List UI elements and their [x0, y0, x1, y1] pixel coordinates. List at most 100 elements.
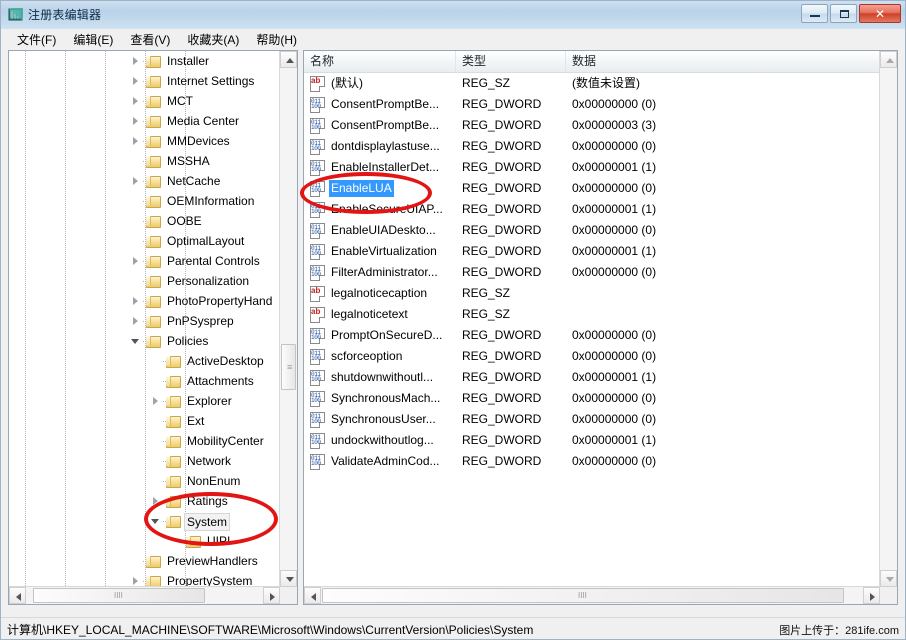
values-vertical-scrollbar[interactable]	[879, 51, 897, 587]
registry-tree[interactable]: Installer Internet Settings MCTMedia Cente…	[9, 51, 281, 589]
expand-arrow-icon[interactable]	[131, 251, 141, 271]
table-row[interactable]: 011100SynchronousMach...REG_DWORD0x00000…	[304, 388, 880, 409]
collapse-arrow-icon[interactable]	[131, 331, 141, 351]
tree-item-internet-settings[interactable]: Internet Settings	[9, 71, 281, 91]
tree-item-explorer[interactable]: Explorer	[9, 391, 281, 411]
tree-item-label: OEMInformation	[164, 193, 257, 209]
tree-item-previewhandlers[interactable]: PreviewHandlers	[9, 551, 281, 571]
table-row[interactable]: 011100EnableInstallerDet...REG_DWORD0x00…	[304, 157, 880, 178]
table-row[interactable]: 011100EnableLUAREG_DWORD0x00000000 (0)	[304, 178, 880, 199]
table-row[interactable]: 011100ValidateAdminCod...REG_DWORD0x0000…	[304, 451, 880, 472]
tree-item-netcache[interactable]: NetCache	[9, 171, 281, 191]
values-scroll-left-button[interactable]	[304, 587, 321, 604]
values-scroll-up-button[interactable]	[880, 51, 897, 68]
value-name: EnableInstallerDet...	[329, 159, 441, 176]
menu-file[interactable]: 文件(F)	[9, 29, 65, 50]
tree-item-oeminformation[interactable]: OEMInformation	[9, 191, 281, 211]
tree-hscroll-thumb[interactable]: IIII	[33, 588, 205, 603]
table-row[interactable]: 011100undockwithoutlog...REG_DWORD0x0000…	[304, 430, 880, 451]
expand-arrow-icon[interactable]	[131, 51, 141, 71]
tree-item-activedesktop[interactable]: ActiveDesktop	[9, 351, 281, 371]
collapse-arrow-icon[interactable]	[151, 511, 161, 531]
table-row[interactable]: 011100FilterAdministrator...REG_DWORD0x0…	[304, 262, 880, 283]
tree-item-installer[interactable]: Installer	[9, 51, 281, 71]
tree-item-personalization[interactable]: Personalization	[9, 271, 281, 291]
folder-icon	[145, 194, 161, 208]
column-header-data[interactable]: 数据	[566, 51, 897, 72]
table-row[interactable]: 011100ConsentPromptBe...REG_DWORD0x00000…	[304, 115, 880, 136]
folder-icon	[165, 454, 181, 468]
value-type: REG_DWORD	[462, 117, 541, 134]
maximize-button[interactable]	[830, 4, 857, 23]
value-type: REG_DWORD	[462, 138, 541, 155]
values-list[interactable]: ab(默认)REG_SZ(数值未设置)011100ConsentPromptBe…	[304, 73, 880, 589]
tree-item-network[interactable]: Network	[9, 451, 281, 471]
tree-horizontal-scrollbar[interactable]: IIII	[9, 586, 280, 604]
tree-item-optimallayout[interactable]: OptimalLayout	[9, 231, 281, 251]
folder-icon	[145, 294, 161, 308]
table-row[interactable]: 011100EnableUIADeskto...REG_DWORD0x00000…	[304, 220, 880, 241]
tree-scroll-right-button[interactable]	[263, 587, 280, 604]
table-row[interactable]: 011100dontdisplaylastuse...REG_DWORD0x00…	[304, 136, 880, 157]
expand-arrow-icon[interactable]	[151, 491, 161, 511]
tree-item-attachments[interactable]: Attachments	[9, 371, 281, 391]
expand-arrow-icon[interactable]	[131, 291, 141, 311]
values-hscroll-thumb[interactable]: IIII	[322, 588, 844, 603]
expand-arrow-icon[interactable]	[151, 391, 161, 411]
tree-item-parental-controls[interactable]: Parental Controls	[9, 251, 281, 271]
table-row[interactable]: ablegalnoticecaptionREG_SZ	[304, 283, 880, 304]
tree-scroll-up-button[interactable]	[280, 51, 297, 68]
table-row[interactable]: ab(默认)REG_SZ(数值未设置)	[304, 73, 880, 94]
tree-item-media-center[interactable]: Media Center	[9, 111, 281, 131]
values-header-row: 名称 类型 数据	[304, 51, 897, 73]
column-header-name[interactable]: 名称	[304, 51, 456, 72]
value-type: REG_DWORD	[462, 159, 541, 176]
expand-arrow-icon[interactable]	[131, 71, 141, 91]
value-name: legalnoticecaption	[329, 285, 429, 302]
values-horizontal-scrollbar[interactable]: IIII	[304, 586, 880, 604]
table-row[interactable]: ablegalnoticetextREG_SZ	[304, 304, 880, 325]
tree-scroll-left-button[interactable]	[9, 587, 26, 604]
expand-arrow-icon[interactable]	[131, 131, 141, 151]
minimize-button[interactable]	[801, 4, 828, 23]
tree-item-label: Internet Settings	[164, 73, 257, 89]
menu-help[interactable]: 帮助(H)	[248, 29, 306, 50]
expand-arrow-icon[interactable]	[131, 111, 141, 131]
tree-item-photopropertyhand[interactable]: PhotoPropertyHand	[9, 291, 281, 311]
table-row[interactable]: 011100shutdownwithoutl...REG_DWORD0x0000…	[304, 367, 880, 388]
tree-item-mct[interactable]: MCT	[9, 91, 281, 111]
tree-item-policies[interactable]: Policies	[9, 331, 281, 351]
values-scroll-right-button[interactable]	[863, 587, 880, 604]
tree-item-mobilitycenter[interactable]: MobilityCenter	[9, 431, 281, 451]
tree-item-ratings[interactable]: Ratings	[9, 491, 281, 511]
tree-scroll-thumb[interactable]: ≡	[281, 344, 296, 390]
tree-scroll-down-button[interactable]	[280, 570, 297, 587]
table-row[interactable]: 011100SynchronousUser...REG_DWORD0x00000…	[304, 409, 880, 430]
menu-edit[interactable]: 编辑(E)	[65, 29, 122, 50]
tree-item-ext[interactable]: Ext	[9, 411, 281, 431]
tree-item-oobe[interactable]: OOBE	[9, 211, 281, 231]
tree-item-nonenum[interactable]: NonEnum	[9, 471, 281, 491]
menu-view[interactable]: 查看(V)	[122, 29, 179, 50]
expand-arrow-icon[interactable]	[131, 91, 141, 111]
table-row[interactable]: 011100EnableSecureUIAP...REG_DWORD0x0000…	[304, 199, 880, 220]
value-name: ValidateAdminCod...	[329, 453, 442, 470]
tree-vertical-scrollbar[interactable]: ≡	[279, 51, 297, 587]
close-button[interactable]: ✕	[859, 4, 901, 23]
tree-item-mmdevices[interactable]: MMDevices	[9, 131, 281, 151]
menu-favorites[interactable]: 收藏夹(A)	[179, 29, 248, 50]
table-row[interactable]: 011100EnableVirtualizationREG_DWORD0x000…	[304, 241, 880, 262]
tree-item-label: System	[184, 513, 230, 531]
values-scroll-down-button[interactable]	[880, 570, 897, 587]
tree-item-uipi[interactable]: UIPI	[9, 531, 281, 551]
column-header-type[interactable]: 类型	[456, 51, 566, 72]
tree-item-system[interactable]: System	[9, 511, 281, 531]
tree-item-pnpsysprep[interactable]: PnPSysprep	[9, 311, 281, 331]
table-row[interactable]: 011100PromptOnSecureD...REG_DWORD0x00000…	[304, 325, 880, 346]
table-row[interactable]: 011100ConsentPromptBe...REG_DWORD0x00000…	[304, 94, 880, 115]
expand-arrow-icon[interactable]	[131, 311, 141, 331]
tree-item-mssha[interactable]: MSSHA	[9, 151, 281, 171]
table-row[interactable]: 011100scforceoptionREG_DWORD0x00000000 (…	[304, 346, 880, 367]
expand-arrow-icon[interactable]	[131, 171, 141, 191]
registry-editor-icon	[8, 7, 24, 23]
